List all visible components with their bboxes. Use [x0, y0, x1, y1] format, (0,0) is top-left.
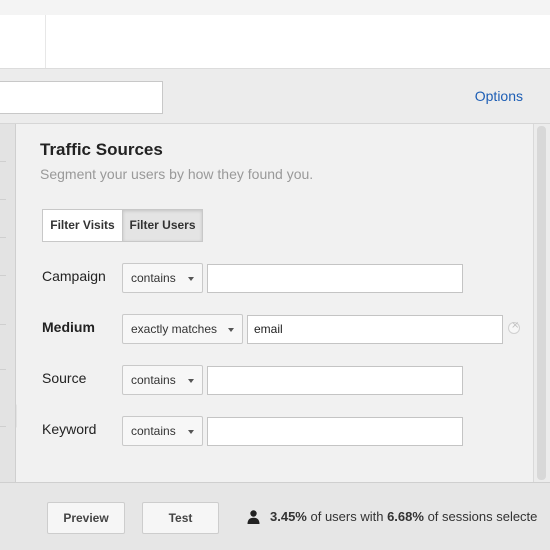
- nav-divider: [0, 369, 6, 370]
- test-button[interactable]: Test: [142, 502, 219, 534]
- sessions-text: of sessions selecte: [423, 509, 538, 524]
- keyword-operator-value: contains: [131, 424, 176, 438]
- nav-divider: [0, 237, 6, 238]
- keyword-operator-select[interactable]: contains: [122, 416, 203, 446]
- source-value-input[interactable]: [207, 366, 463, 395]
- preview-button[interactable]: Preview: [47, 502, 125, 534]
- scrollbar[interactable]: [533, 124, 550, 482]
- header-divider: [45, 15, 46, 68]
- options-link[interactable]: Options: [475, 88, 523, 104]
- chevron-down-icon: [228, 328, 234, 332]
- filter-visits-tab[interactable]: Filter Visits: [42, 209, 122, 242]
- users-percent: 3.45%: [270, 509, 307, 524]
- options-bar: Options: [0, 68, 550, 124]
- panel-subtitle: Segment your users by how they found you…: [40, 166, 314, 182]
- sessions-percent: 6.68%: [387, 509, 424, 524]
- chevron-down-icon: [188, 277, 194, 281]
- campaign-value-input[interactable]: [207, 264, 463, 293]
- nav-divider: [0, 161, 6, 162]
- source-operator-select[interactable]: contains: [122, 365, 203, 395]
- filter-users-tab[interactable]: Filter Users: [122, 209, 203, 242]
- campaign-operator-value: contains: [131, 271, 176, 285]
- nav-divider: [0, 275, 6, 276]
- segment-summary: 3.45% of users with 6.68% of sessions se…: [270, 509, 537, 524]
- campaign-label: Campaign: [42, 268, 106, 284]
- medium-label: Medium: [42, 319, 95, 335]
- chevron-down-icon: [188, 430, 194, 434]
- keyword-label: Keyword: [42, 421, 97, 437]
- source-operator-value: contains: [131, 373, 176, 387]
- campaign-operator-select[interactable]: contains: [122, 263, 203, 293]
- remove-condition-icon[interactable]: [508, 320, 520, 334]
- panel-title: Traffic Sources: [40, 140, 163, 159]
- source-label: Source: [42, 370, 87, 386]
- chevron-down-icon: [188, 379, 194, 383]
- footer-bar: Preview Test 3.45% of users with 6.68% o…: [0, 482, 550, 550]
- left-nav: [0, 124, 26, 482]
- top-bar: [0, 0, 550, 68]
- header-panel: [0, 15, 550, 68]
- segment-name-input[interactable]: [0, 81, 163, 114]
- medium-operator-select[interactable]: exactly matches: [122, 314, 243, 344]
- nav-divider: [0, 426, 6, 427]
- nav-divider: [0, 199, 6, 200]
- nav-divider: [0, 324, 6, 325]
- user-icon: [247, 510, 260, 524]
- scrollbar-thumb[interactable]: [537, 126, 546, 480]
- medium-value-input[interactable]: email: [247, 315, 503, 344]
- keyword-value-input[interactable]: [207, 417, 463, 446]
- users-text: of users with: [306, 509, 388, 524]
- medium-operator-value: exactly matches: [131, 322, 218, 336]
